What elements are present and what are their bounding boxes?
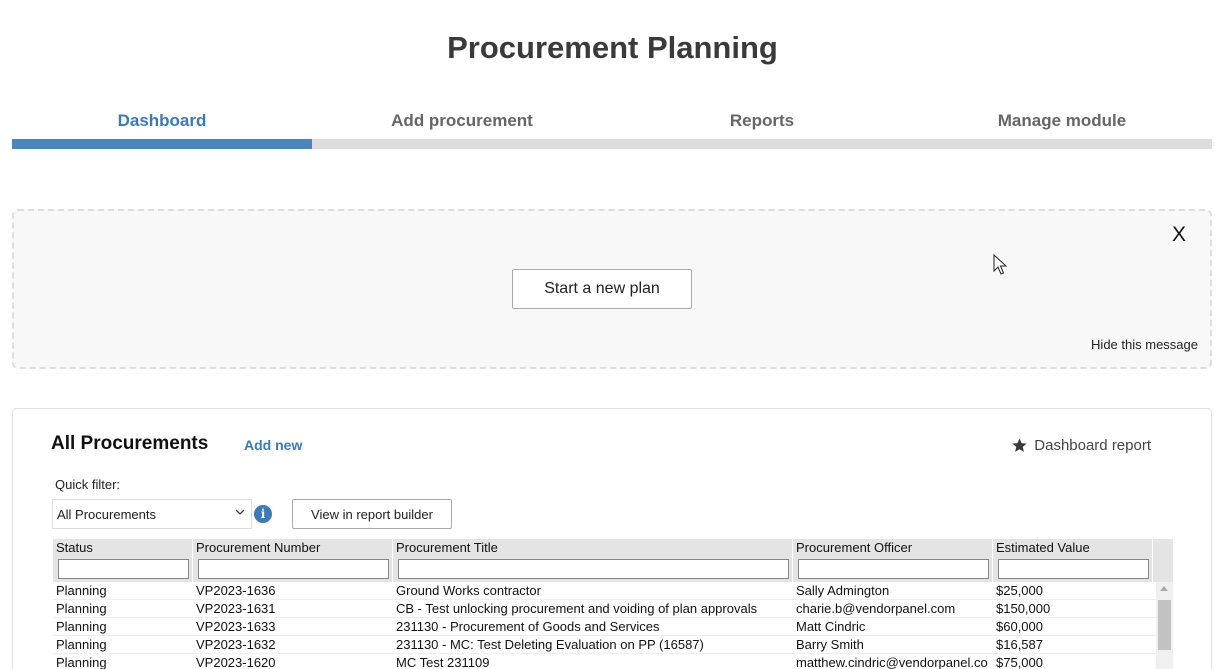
quick-filter-select[interactable]: All Procurements <box>52 499 252 529</box>
mouse-cursor-icon <box>993 254 1007 275</box>
view-in-report-builder-button[interactable]: View in report builder <box>292 499 452 529</box>
filter-cell <box>53 558 193 582</box>
cell-number: VP2023-1632 <box>193 636 393 653</box>
star-icon <box>1012 438 1027 452</box>
column-header-officer[interactable]: Procurement Officer <box>793 539 993 558</box>
tab-manage-module[interactable]: Manage module <box>912 108 1212 150</box>
cell-value: $16,587 <box>993 636 1153 653</box>
tab-add-procurement[interactable]: Add procurement <box>312 108 612 150</box>
page-title: Procurement Planning <box>447 30 778 65</box>
add-new-link[interactable]: Add new <box>244 437 302 453</box>
cell-officer: Matt Cindric <box>793 618 993 635</box>
filter-officer-input[interactable] <box>798 559 989 579</box>
cell-title: MC Test 231109 <box>393 654 793 669</box>
cell-officer: charie.b@vendorpanel.com <box>793 600 993 617</box>
filter-number-input[interactable] <box>198 559 389 579</box>
main-tabs: Dashboard Add procurement Reports Manage… <box>12 108 1212 150</box>
cell-title: CB - Test unlocking procurement and void… <box>393 600 793 617</box>
table-header-row: Status Procurement Number Procurement Ti… <box>53 539 1173 558</box>
table-row[interactable]: Planning VP2023-1633 231130 - Procurement … <box>53 618 1173 636</box>
cell-status: Planning <box>53 654 193 669</box>
quick-filter-label: Quick filter: <box>55 477 121 492</box>
filter-scroll-spacer <box>1153 558 1173 582</box>
header-scroll-spacer <box>1153 539 1173 558</box>
dashboard-report-label: Dashboard report <box>1034 437 1151 454</box>
table-row[interactable]: Planning VP2023-1620 MC Test 231109 matthew… <box>53 654 1173 669</box>
cell-status: Planning <box>53 582 193 599</box>
column-header-number[interactable]: Procurement Number <box>193 539 393 558</box>
column-header-status[interactable]: Status <box>53 539 193 558</box>
procurements-table: Status Procurement Number Procurement Ti… <box>53 539 1173 669</box>
filter-cell <box>393 558 793 582</box>
cell-value: $25,000 <box>993 582 1153 599</box>
scroll-thumb[interactable] <box>1158 600 1171 650</box>
quick-filter-value: All Procurements <box>57 507 156 522</box>
table-scrollbar[interactable] <box>1156 582 1173 669</box>
tab-dashboard[interactable]: Dashboard <box>12 108 312 150</box>
table-body: Planning VP2023-1636 Ground Works contract… <box>53 582 1173 669</box>
cell-value: $75,000 <box>993 654 1153 669</box>
info-icon[interactable]: i <box>254 505 272 523</box>
table-row[interactable]: Planning VP2023-1632 231130 - MC: Test Del… <box>53 636 1173 654</box>
dashboard-report-button[interactable]: Dashboard report <box>1011 437 1151 454</box>
all-procurements-panel: All Procurements Add new Dashboard repor… <box>12 408 1212 669</box>
start-new-plan-button[interactable]: Start a new plan <box>512 269 692 309</box>
cell-value: $60,000 <box>993 618 1153 635</box>
tab-reports[interactable]: Reports <box>612 108 912 150</box>
cell-title: 231130 - Procurement of Goods and Servic… <box>393 618 793 635</box>
cell-status: Planning <box>53 618 193 635</box>
cell-officer: Sally Admington <box>793 582 993 599</box>
welcome-banner: X Start a new plan Hide this message <box>12 209 1212 369</box>
cell-number: VP2023-1620 <box>193 654 393 669</box>
cell-number: VP2023-1636 <box>193 582 393 599</box>
cell-status: Planning <box>53 636 193 653</box>
cell-number: VP2023-1633 <box>193 618 393 635</box>
panel-title: All Procurements <box>51 433 209 454</box>
close-banner-button[interactable]: X <box>1172 223 1186 247</box>
cell-title: Ground Works contractor <box>393 582 793 599</box>
table-row[interactable]: Planning VP2023-1636 Ground Works contract… <box>53 582 1173 600</box>
scroll-up-arrow-icon[interactable] <box>1160 586 1168 591</box>
filter-title-input[interactable] <box>398 559 789 579</box>
cell-value: $150,000 <box>993 600 1153 617</box>
hide-message-link[interactable]: Hide this message <box>1091 337 1198 352</box>
column-header-value[interactable]: Estimated Value <box>993 539 1153 558</box>
chevron-down-icon <box>235 509 245 515</box>
table-filter-row <box>53 558 1173 582</box>
column-header-title[interactable]: Procurement Title <box>393 539 793 558</box>
cell-officer: matthew.cindric@vendorpanel.co <box>793 654 993 669</box>
cell-number: VP2023-1631 <box>193 600 393 617</box>
filter-status-input[interactable] <box>58 559 189 579</box>
filter-value-input[interactable] <box>998 559 1149 579</box>
table-row[interactable]: Planning VP2023-1631 CB - Test unlocking p… <box>53 600 1173 618</box>
filter-cell <box>993 558 1153 582</box>
filter-cell <box>193 558 393 582</box>
cell-status: Planning <box>53 600 193 617</box>
cell-officer: Barry Smith <box>793 636 993 653</box>
filter-cell <box>793 558 993 582</box>
cell-title: 231130 - MC: Test Deleting Evaluation on… <box>393 636 793 653</box>
